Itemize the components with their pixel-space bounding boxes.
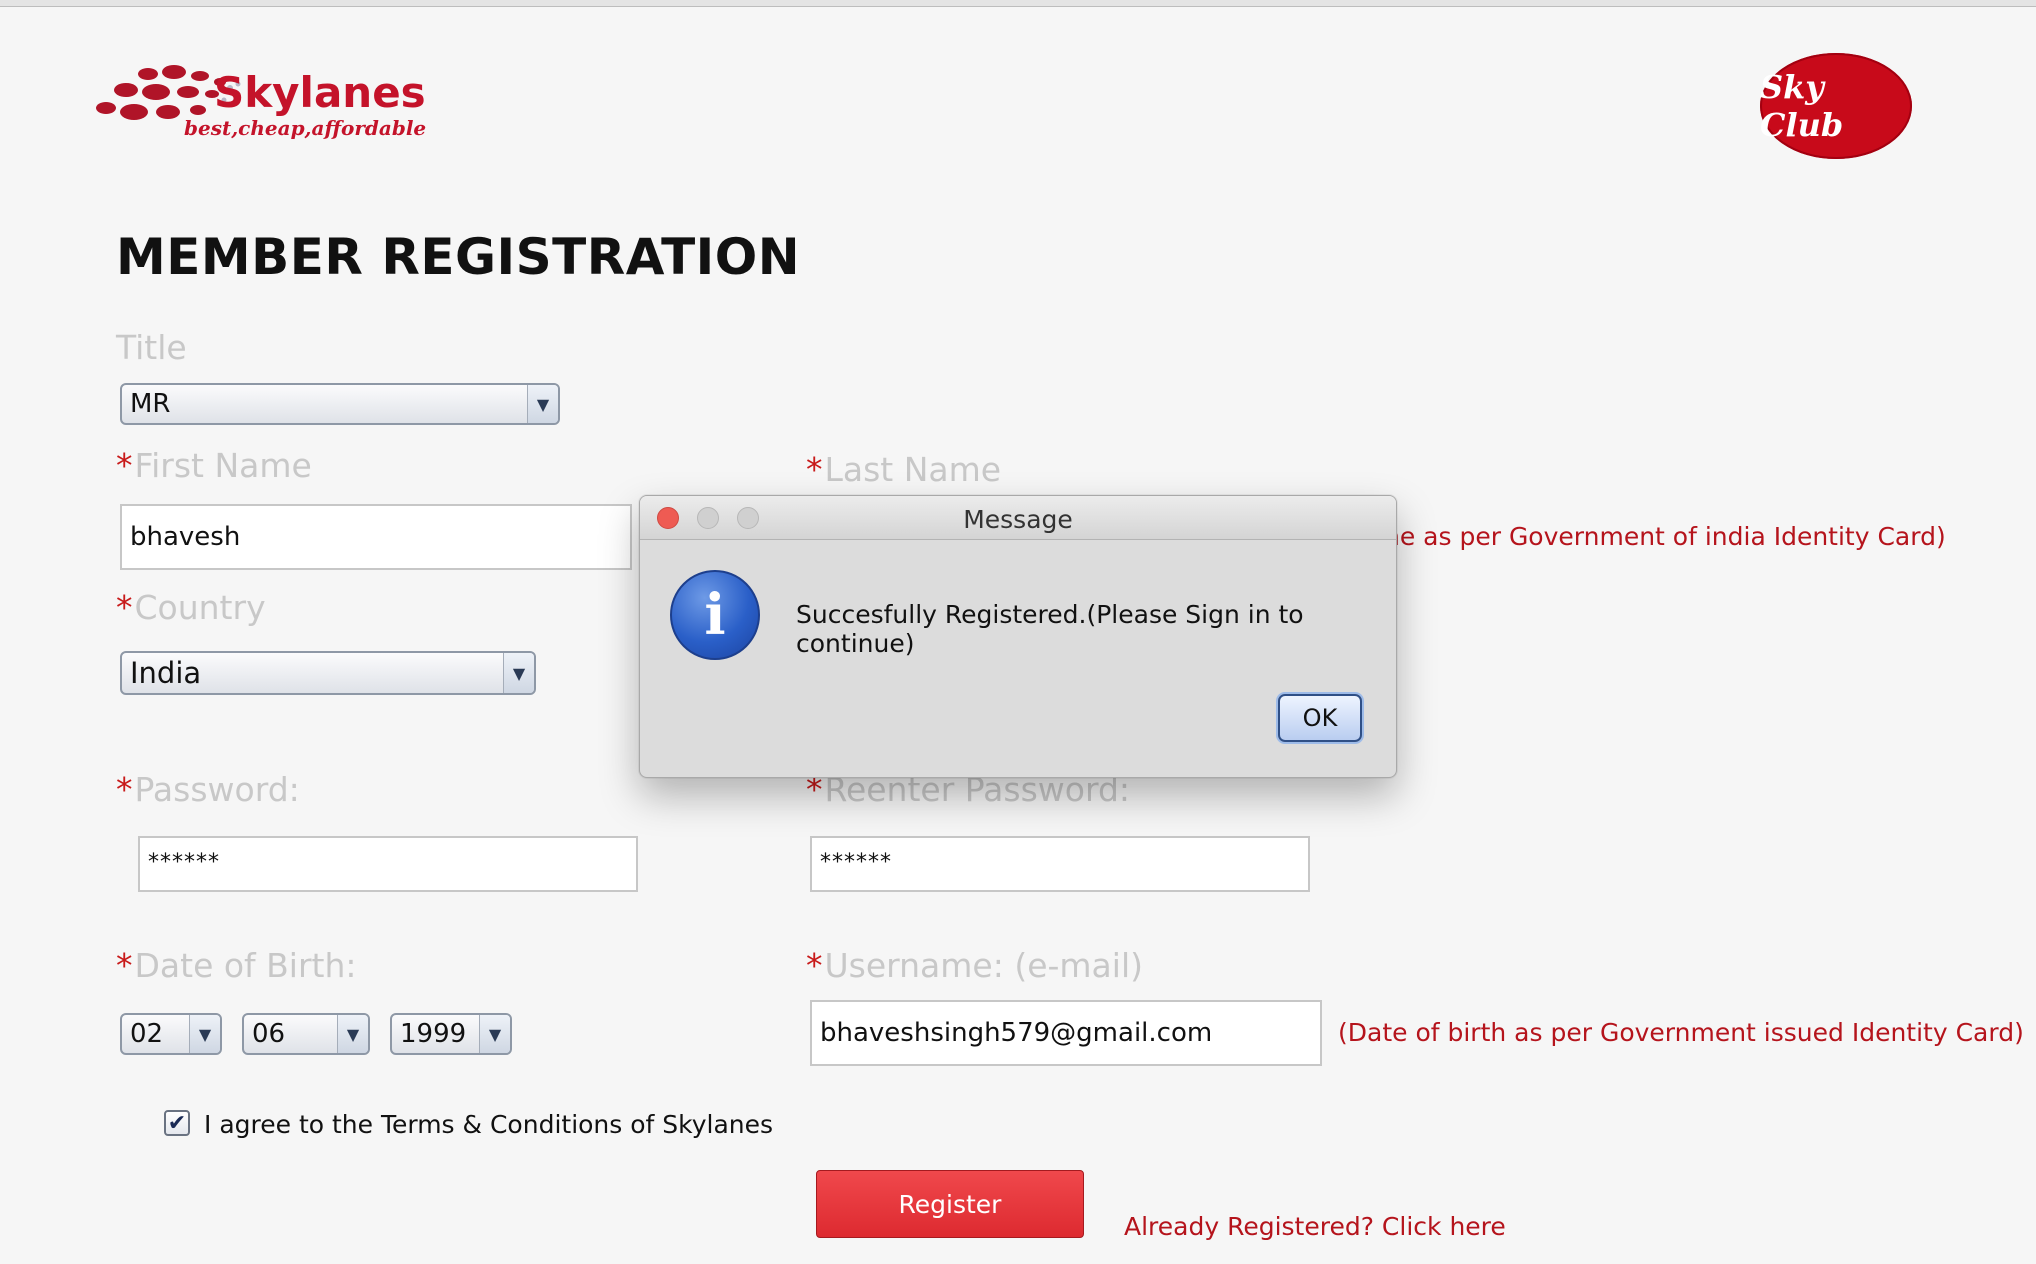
dob-year-select[interactable]: 1999 ▼ bbox=[390, 1013, 512, 1055]
title-label: Title bbox=[116, 328, 187, 367]
required-mark: * bbox=[116, 946, 133, 985]
last-name-note: ne as per Government of india Identity C… bbox=[1384, 522, 1946, 551]
chevron-down-icon: ▼ bbox=[527, 385, 558, 423]
dialog-titlebar[interactable]: Message bbox=[640, 496, 1396, 540]
page-title: MEMBER REGISTRATION bbox=[116, 228, 801, 286]
required-mark: * bbox=[116, 446, 133, 485]
country-label: *Country bbox=[116, 588, 266, 627]
message-dialog: Message i Succesfully Registered.(Please… bbox=[639, 495, 1397, 778]
info-icon: i bbox=[670, 570, 760, 660]
first-name-label: *First Name bbox=[116, 446, 312, 485]
password-label: *Password: bbox=[116, 770, 300, 809]
window-top-strip bbox=[0, 0, 2036, 7]
password-input[interactable]: ****** bbox=[138, 836, 638, 892]
ok-button[interactable]: OK bbox=[1278, 694, 1362, 742]
register-button-label: Register bbox=[898, 1189, 1002, 1219]
sky-club-badge[interactable]: Sky Club bbox=[1760, 53, 1912, 159]
country-select-value: India bbox=[130, 656, 202, 690]
dob-label: *Date of Birth: bbox=[116, 946, 357, 985]
dob-year-value: 1999 bbox=[400, 1019, 467, 1049]
dob-note: (Date of birth as per Government issued … bbox=[1338, 1018, 2024, 1047]
last-name-label-text: Last Name bbox=[824, 450, 1002, 489]
required-mark: * bbox=[116, 588, 133, 627]
info-icon-glyph: i bbox=[704, 582, 726, 648]
dob-month-value: 06 bbox=[252, 1019, 286, 1049]
required-mark: * bbox=[116, 770, 133, 809]
checkmark-icon: ✔ bbox=[167, 1110, 187, 1136]
skylanes-logo: Skylanes best,cheap,affordable bbox=[96, 58, 496, 148]
username-email-input[interactable]: bhaveshsingh579@gmail.com bbox=[810, 1000, 1322, 1066]
already-registered-link[interactable]: Already Registered? Click here bbox=[1124, 1212, 1506, 1241]
dob-day-value: 02 bbox=[130, 1019, 164, 1049]
terms-label: I agree to the Terms & Conditions of Sky… bbox=[204, 1110, 774, 1139]
first-name-input[interactable]: bhavesh bbox=[120, 504, 632, 570]
password-label-text: Password: bbox=[134, 770, 300, 809]
sky-club-label: Sky Club bbox=[1760, 68, 1844, 144]
dob-day-select[interactable]: 02 ▼ bbox=[120, 1013, 222, 1055]
terms-checkbox[interactable]: ✔ bbox=[164, 1110, 190, 1136]
dialog-message: Succesfully Registered.(Please Sign in t… bbox=[796, 600, 1304, 658]
chevron-down-icon: ▼ bbox=[479, 1015, 510, 1053]
chevron-down-icon: ▼ bbox=[503, 653, 534, 693]
chevron-down-icon: ▼ bbox=[189, 1015, 220, 1053]
dialog-title: Message bbox=[963, 505, 1073, 534]
required-mark: * bbox=[806, 946, 823, 985]
brand-name: Skylanes bbox=[214, 68, 426, 117]
title-select-value: MR bbox=[130, 389, 171, 419]
brand-tagline: best,cheap,affordable bbox=[184, 116, 427, 140]
country-select[interactable]: India ▼ bbox=[120, 651, 536, 695]
register-button[interactable]: Register bbox=[816, 1170, 1084, 1238]
country-label-text: Country bbox=[134, 588, 266, 627]
last-name-label: *Last Name bbox=[806, 450, 1001, 489]
title-select[interactable]: MR ▼ bbox=[120, 383, 560, 425]
required-mark: * bbox=[806, 450, 823, 489]
dob-label-text: Date of Birth: bbox=[134, 946, 357, 985]
dob-month-select[interactable]: 06 ▼ bbox=[242, 1013, 370, 1055]
username-label: *Username: (e-mail) bbox=[806, 946, 1143, 985]
username-label-text: Username: (e-mail) bbox=[824, 946, 1144, 985]
ok-button-label: OK bbox=[1302, 704, 1338, 732]
reenter-password-input[interactable]: ****** bbox=[810, 836, 1310, 892]
first-name-label-text: First Name bbox=[134, 446, 312, 485]
chevron-down-icon: ▼ bbox=[337, 1015, 368, 1053]
